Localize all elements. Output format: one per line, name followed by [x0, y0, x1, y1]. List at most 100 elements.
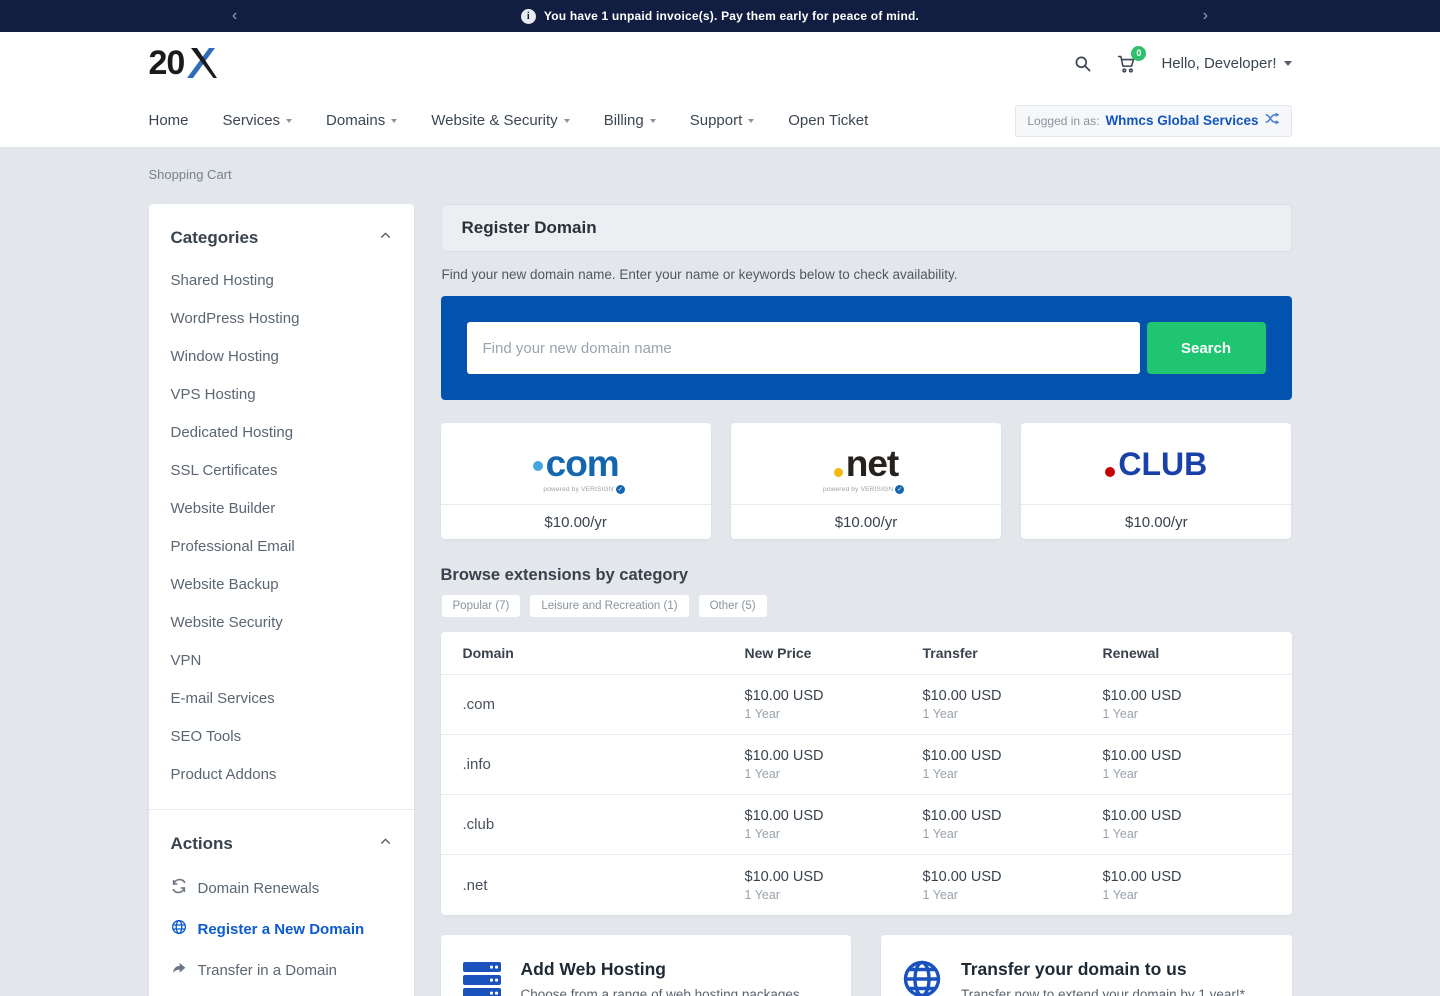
promo-subtitle: Choose from a range of web hosting packa… — [520, 987, 800, 996]
sidebar-item-email-services[interactable]: E-mail Services — [171, 690, 392, 707]
sidebar-item-ssl-certificates[interactable]: SSL Certificates — [171, 462, 392, 479]
tld-price: $10.00/yr — [440, 504, 711, 539]
col-domain: Domain — [462, 645, 514, 661]
nav-item-services[interactable]: Services — [223, 112, 293, 129]
sidebar-item-seo-tools[interactable]: SEO Tools — [171, 728, 392, 745]
tld-card-com[interactable]: com powered by VERISIGN ✓ $10.00/yr — [440, 423, 711, 539]
domain-search-input[interactable] — [466, 322, 1140, 374]
chevron-down-icon — [748, 118, 755, 123]
transfer-arrow-icon — [171, 960, 187, 980]
promo-cards-row: Add Web Hosting Choose from a range of w… — [440, 935, 1292, 996]
sidebar-item-website-security[interactable]: Website Security — [171, 614, 392, 631]
sidebar-item-vpn[interactable]: VPN — [171, 652, 392, 669]
table-row[interactable]: .info $10.00 USD 1 Year $10.00 USD 1 Year … — [440, 735, 1292, 795]
row-domain: .info — [462, 756, 491, 773]
logo-x-icon — [185, 45, 219, 81]
table-header-row: Domain New Price Transfer Renewal — [440, 632, 1292, 675]
notification-text: You have 1 unpaid invoice(s). Pay them e… — [543, 9, 920, 23]
register-domain-header: Register Domain — [440, 204, 1292, 252]
notification-bar: ‹ i You have 1 unpaid invoice(s). Pay th… — [0, 0, 1440, 32]
tld-card-club[interactable]: CLUB $10.00/yr — [1021, 423, 1292, 539]
sidebar-item-dedicated-hosting[interactable]: Dedicated Hosting — [171, 424, 392, 441]
com-logo: com powered by VERISIGN ✓ — [532, 445, 625, 494]
search-button[interactable]: Search — [1146, 322, 1266, 374]
sidebar-item-vps-hosting[interactable]: VPS Hosting — [171, 386, 392, 403]
sidebar-item-window-hosting[interactable]: Window Hosting — [171, 348, 392, 365]
chevron-down-icon — [563, 118, 570, 123]
main-navigation: Home Services Domains Website & Security… — [0, 94, 1440, 148]
domain-search-banner: Search — [440, 296, 1292, 400]
sidebar-item-product-addons[interactable]: Product Addons — [171, 766, 392, 783]
nav-item-website-security[interactable]: Website & Security — [431, 112, 570, 129]
info-icon: i — [520, 8, 536, 24]
actions-header[interactable]: Actions — [171, 834, 392, 854]
logo[interactable]: 20 — [149, 44, 220, 83]
logged-in-name: Whmcs Global Services — [1105, 113, 1259, 128]
chevron-down-icon — [1283, 60, 1292, 66]
action-transfer-in-domain[interactable]: Transfer in a Domain — [171, 960, 392, 980]
sidebar-item-professional-email[interactable]: Professional Email — [171, 538, 392, 555]
table-row[interactable]: .club $10.00 USD 1 Year $10.00 USD 1 Year … — [440, 795, 1292, 855]
chevron-down-icon — [391, 118, 398, 123]
promo-title: Transfer your domain to us — [961, 959, 1187, 979]
sidebar-item-website-builder[interactable]: Website Builder — [171, 500, 392, 517]
chevron-down-icon — [649, 118, 656, 123]
col-renewal: Renewal — [1102, 645, 1160, 661]
sidebar: Categories Shared Hosting WordPress Host… — [148, 204, 414, 996]
logo-text: 20 — [148, 43, 186, 82]
logged-in-as-badge[interactable]: Logged in as: Whmcs Global Services — [1015, 104, 1292, 137]
categories-header[interactable]: Categories — [171, 228, 392, 248]
globe-icon — [901, 959, 943, 996]
nav-item-home[interactable]: Home — [149, 112, 189, 129]
refresh-icon — [171, 878, 187, 898]
verisign-attribution: powered by VERISIGN ✓ — [543, 485, 625, 494]
tld-card-net[interactable]: net powered by VERISIGN ✓ $10.00/yr — [730, 423, 1002, 539]
nav-item-open-ticket[interactable]: Open Ticket — [788, 112, 868, 129]
nav-item-support[interactable]: Support — [690, 112, 755, 129]
verisign-check-icon: ✓ — [895, 485, 905, 494]
categories-title: Categories — [170, 228, 259, 247]
chevron-left-icon[interactable]: ‹ — [224, 0, 245, 32]
add-web-hosting-card[interactable]: Add Web Hosting Choose from a range of w… — [440, 935, 851, 996]
row-domain: .club — [462, 816, 495, 833]
pill-popular[interactable]: Popular (7) — [440, 594, 522, 618]
category-pills: Popular (7) Leisure and Recreation (1) O… — [440, 594, 1292, 618]
col-new-price: New Price — [744, 645, 812, 661]
search-icon[interactable] — [1073, 54, 1092, 73]
action-domain-renewals[interactable]: Domain Renewals — [171, 878, 392, 898]
pill-other[interactable]: Other (5) — [697, 594, 768, 618]
extension-pricing-table: Domain New Price Transfer Renewal .com $… — [440, 632, 1292, 915]
header: 20 0 Hello, Developer! — [0, 32, 1440, 94]
table-row[interactable]: .com $10.00 USD 1 Year $10.00 USD 1 Year $… — [440, 675, 1292, 735]
table-row[interactable]: .net $10.00 USD 1 Year $10.00 USD 1 Year $… — [441, 855, 1292, 915]
sidebar-item-wordpress-hosting[interactable]: WordPress Hosting — [171, 310, 392, 327]
breadcrumb: Shopping Cart — [148, 167, 232, 182]
row-domain: .com — [462, 696, 496, 713]
nav-item-domains[interactable]: Domains — [326, 112, 398, 129]
verisign-attribution: powered by VERISIGN ✓ — [822, 485, 905, 494]
sidebar-actions-section: Actions Domain Renewals Register a New D… — [148, 809, 414, 996]
cart-icon[interactable]: 0 — [1116, 45, 1147, 74]
actions-title: Actions — [170, 834, 233, 853]
net-logo: net powered by VERISIGN ✓ — [822, 443, 905, 494]
club-dot-icon — [1105, 466, 1116, 477]
action-register-new-domain[interactable]: Register a New Domain — [171, 919, 392, 939]
account-menu[interactable]: Hello, Developer! — [1161, 55, 1292, 72]
pill-leisure-recreation[interactable]: Leisure and Recreation (1) — [529, 594, 690, 618]
featured-tld-row: com powered by VERISIGN ✓ $10.00/yr net … — [440, 423, 1292, 539]
transfer-domain-card[interactable]: Transfer your domain to us Transfer now … — [881, 935, 1292, 996]
chevron-up-icon — [379, 835, 392, 853]
promo-subtitle: Transfer now to extend your domain by 1 … — [961, 987, 1245, 996]
tld-price: $10.00/yr — [730, 504, 1002, 539]
sidebar-item-website-backup[interactable]: Website Backup — [171, 576, 392, 593]
notification-message: i You have 1 unpaid invoice(s). Pay them… — [520, 8, 920, 24]
chevron-right-icon[interactable]: › — [1195, 0, 1216, 32]
nav-item-billing[interactable]: Billing — [604, 112, 656, 129]
cart-count-badge: 0 — [1131, 45, 1147, 61]
logged-in-label: Logged in as: — [1027, 113, 1100, 128]
net-dot-icon — [833, 468, 843, 477]
sidebar-categories-section: Categories Shared Hosting WordPress Host… — [149, 204, 414, 809]
sidebar-item-shared-hosting[interactable]: Shared Hosting — [171, 272, 392, 289]
server-stack-icon — [461, 959, 503, 996]
chevron-up-icon — [379, 229, 392, 247]
